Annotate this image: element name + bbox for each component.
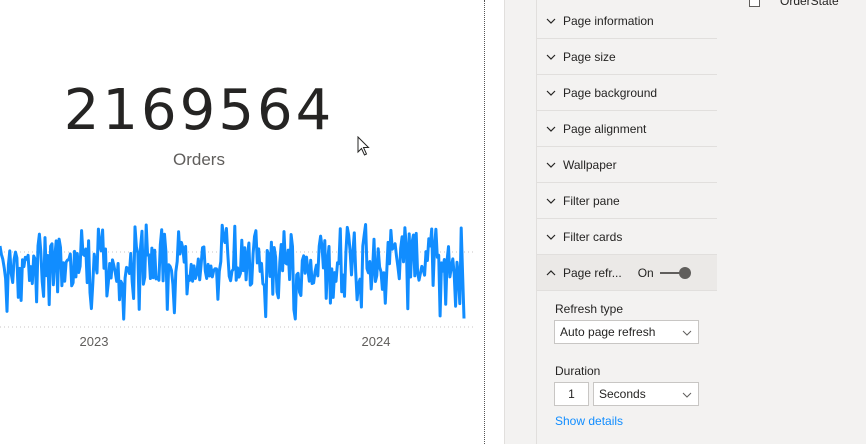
section-page-alignment[interactable]: Page alignment: [537, 111, 718, 147]
page-refresh-toggle[interactable]: On: [637, 265, 691, 280]
section-label: Page background: [563, 85, 658, 100]
chevron-down-icon: [546, 162, 556, 168]
section-label: Page size: [563, 49, 616, 64]
section-label: Page alignment: [563, 121, 647, 136]
chevron-down-icon: [546, 54, 556, 60]
section-page-background[interactable]: Page background: [537, 75, 718, 111]
duration-input[interactable]: 1: [554, 382, 589, 406]
section-label: Filter pane: [563, 193, 620, 208]
chevron-down-icon: [546, 234, 556, 240]
section-page-information[interactable]: Page information: [537, 3, 718, 39]
mouse-pointer-icon: [357, 136, 370, 156]
chevron-up-icon: [546, 269, 556, 275]
section-label: Filter cards: [563, 229, 623, 244]
chart-series-line[interactable]: [0, 223, 466, 321]
x-tick-label: 2024: [362, 334, 391, 349]
section-filter-pane[interactable]: Filter pane: [537, 183, 718, 219]
toggle-knob: [678, 266, 691, 279]
section-label: Page refr...: [563, 265, 622, 280]
duration-label: Duration: [555, 364, 601, 378]
section-label: Page information: [563, 13, 654, 28]
canvas-boundary: [484, 0, 485, 444]
refresh-type-value: Auto page refresh: [560, 325, 656, 339]
canvas-gutter: [486, 0, 504, 444]
section-filter-cards[interactable]: Filter cards: [537, 219, 718, 255]
field-checkbox[interactable]: [749, 0, 760, 7]
report-canvas: 2169564 Orders 2023 2024: [0, 0, 484, 444]
format-pane: Page information Page size Page backgrou…: [504, 0, 718, 444]
refresh-type-label: Refresh type: [555, 302, 624, 316]
format-settings-list: Page information Page size Page backgrou…: [536, 0, 718, 444]
chevron-down-icon: [546, 126, 556, 132]
duration-unit-value: Seconds: [599, 387, 646, 401]
kpi-card-value: 2169564: [63, 78, 335, 143]
chevron-down-icon: [546, 198, 556, 204]
chevron-down-icon: [682, 392, 692, 398]
fields-pane: OrderState: [717, 0, 866, 444]
orders-line-chart[interactable]: 2023 2024: [0, 210, 484, 360]
section-page-size[interactable]: Page size: [537, 39, 718, 75]
field-label: OrderState: [780, 0, 839, 8]
kpi-card-label: Orders: [173, 150, 225, 169]
chevron-down-icon: [546, 18, 556, 24]
field-item-orderstate[interactable]: OrderState: [749, 0, 839, 8]
toggle-switch[interactable]: [659, 266, 691, 279]
show-details-link[interactable]: Show details: [555, 414, 623, 428]
section-label: Wallpaper: [563, 157, 617, 172]
duration-value: 1: [568, 387, 575, 401]
x-tick-label: 2023: [80, 334, 109, 349]
section-page-refresh[interactable]: Page refr... On: [537, 255, 718, 291]
section-wallpaper[interactable]: Wallpaper: [537, 147, 718, 183]
duration-unit-dropdown[interactable]: Seconds: [593, 382, 699, 406]
chevron-down-icon: [682, 330, 692, 336]
toggle-state-label: On: [637, 265, 654, 280]
refresh-type-dropdown[interactable]: Auto page refresh: [554, 320, 699, 344]
chevron-down-icon: [546, 90, 556, 96]
